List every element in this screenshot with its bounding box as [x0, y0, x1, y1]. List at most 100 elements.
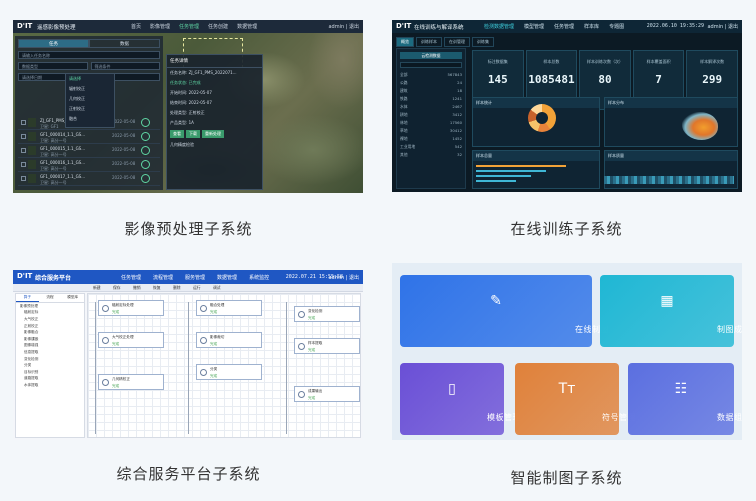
tile-0[interactable]: ✎ 在线制图: [400, 275, 609, 347]
subtab[interactable]: 在训管理: [444, 37, 470, 47]
toolbar-button[interactable]: 保存: [113, 285, 121, 291]
data-type-select[interactable]: 数据类型: [18, 62, 88, 70]
workflow-node[interactable]: 分类 完成: [196, 364, 262, 380]
nav-item[interactable]: 首页: [131, 23, 141, 30]
tab-task[interactable]: 任务: [18, 39, 89, 48]
list-item[interactable]: GF1_000015_1.1_GS... 卫星: 高分一号 2022-05-08: [18, 144, 160, 158]
nav-item[interactable]: 流程管理: [153, 274, 173, 281]
list-item[interactable]: GF1_000014_1.1_GS... 卫星: 高分一号 2022-05-08: [18, 130, 160, 144]
nav-item[interactable]: 影像管理: [150, 23, 170, 30]
sidebar-row[interactable]: 耕地 3412: [397, 111, 465, 119]
tree-node[interactable]: 辐射定标: [16, 310, 84, 317]
nav-item[interactable]: 专题图: [609, 23, 624, 30]
nav-item[interactable]: 服务管理: [185, 274, 205, 281]
workflow-node[interactable]: 成果输出 完成: [294, 386, 360, 402]
tab-data[interactable]: 数据: [89, 39, 160, 48]
sidebar-row[interactable]: 铁路 1241: [397, 95, 465, 103]
nav-item[interactable]: 检测数据管理: [484, 23, 514, 30]
subtab[interactable]: 概览: [396, 37, 414, 47]
tree-tab[interactable]: 流程: [39, 294, 62, 302]
tile-3[interactable]: Tт 符号管理: [515, 363, 636, 435]
tree-node[interactable]: 水体提取: [16, 382, 84, 389]
tree-node[interactable]: 图像增强: [16, 343, 84, 350]
tree-node[interactable]: 大气校正: [16, 316, 84, 323]
user-menu[interactable]: admin | 退出: [707, 23, 738, 30]
tree-node[interactable]: 变化检测: [16, 356, 84, 363]
nav-item[interactable]: 任务管理: [554, 23, 574, 30]
toolbar-button[interactable]: 恢复: [153, 285, 161, 291]
search-input[interactable]: 请输入任务名称: [18, 51, 160, 59]
tree-node[interactable]: 信息提取: [16, 349, 84, 356]
toolbar-button[interactable]: 撤销: [133, 285, 141, 291]
tree-node[interactable]: 影像预处理: [16, 303, 84, 310]
imagery-preprocessing-screenshot[interactable]: D'IT 遥感影像预处理 首页 影像管理 任务管理 任务创建 数据管理 admi…: [13, 20, 363, 193]
dropdown-option[interactable]: 几何校正: [66, 94, 114, 104]
view-button[interactable]: 查看: [170, 130, 184, 138]
workflow-node[interactable]: 样本提取 完成: [294, 338, 360, 354]
sidebar-row[interactable]: 其他 32: [397, 151, 465, 159]
tree-node[interactable]: 分类: [16, 362, 84, 369]
checkbox[interactable]: [21, 148, 26, 153]
nav-item[interactable]: 数据管理: [217, 274, 237, 281]
list-item[interactable]: GF1_000017_1.1_GS... 卫星: 高分一号 2022-05-08: [18, 172, 160, 186]
reprocess-button[interactable]: 重新处理: [202, 130, 224, 138]
workflow-node[interactable]: 影像裁切 完成: [196, 332, 262, 348]
nav-item[interactable]: 任务管理: [179, 23, 199, 30]
sidebar-head[interactable]: 云检测数据: [400, 52, 462, 59]
download-button[interactable]: 下载: [186, 130, 200, 138]
user-menu[interactable]: admin | 退出: [328, 274, 359, 281]
tree-node[interactable]: 影像融合: [16, 329, 84, 336]
sidebar-row[interactable]: 公路 24: [397, 79, 465, 87]
dropdown-option[interactable]: 正射校正: [66, 104, 114, 114]
list-item[interactable]: GF1_000016_1.1_GS... 卫星: 高分一号 2022-05-08: [18, 158, 160, 172]
detail-line: 开始时间: 2022-05-07: [170, 90, 212, 95]
tree-tab[interactable]: 模型库: [61, 294, 84, 302]
subtab[interactable]: 训练样本: [416, 37, 442, 47]
nav-item[interactable]: 任务管理: [121, 274, 141, 281]
workflow-canvas[interactable]: 辐射定标处理 完成 大气校正处理 完成 几何精校正 完成 融合处理 完成 影像裁切 完成 分类 完成 变…: [87, 293, 361, 438]
sidebar-row[interactable]: 林地 17560: [397, 119, 465, 127]
workflow-node[interactable]: 几何精校正 完成: [98, 374, 164, 390]
dropdown-option[interactable]: 辐射校正: [66, 84, 114, 94]
mapping-screenshot[interactable]: ✎在线制图 ▦ 制图成果 ▯模板管理Tт符号管理 ☷ 数据组织: [392, 263, 742, 440]
checkbox[interactable]: [21, 134, 26, 139]
tile-2[interactable]: ▯ 模板管理: [400, 363, 521, 435]
tree-node[interactable]: 目标识别: [16, 369, 84, 376]
nav-item[interactable]: 数据管理: [237, 23, 257, 30]
sidebar-row[interactable]: 草地 30412: [397, 127, 465, 135]
toolbar-button[interactable]: 调试: [213, 285, 221, 291]
dropdown-option[interactable]: 请选择: [66, 74, 114, 84]
checkbox[interactable]: [21, 162, 26, 167]
user-menu[interactable]: admin | 退出: [328, 23, 359, 30]
sidebar-row[interactable]: 水体 2467: [397, 103, 465, 111]
sidebar-row[interactable]: 工业用地 542: [397, 143, 465, 151]
workflow-node[interactable]: 融合处理 完成: [196, 300, 262, 316]
online-training-screenshot[interactable]: D'IT 在线训练与解译系统 检测数据管理 模型管理 任务管理 样本库 专题图 …: [392, 20, 742, 192]
nav-item[interactable]: 任务创建: [208, 23, 228, 30]
tile-1[interactable]: ▦ 制图成果: [600, 275, 742, 347]
sidebar-row[interactable]: 建筑 18: [397, 87, 465, 95]
service-platform-screenshot[interactable]: D'IT 综合服务平台 任务管理 流程管理 服务管理 数据管理 系统监控 202…: [13, 270, 363, 440]
sidebar-row[interactable]: 全部 567843: [397, 71, 465, 79]
nav-item[interactable]: 样本库: [584, 23, 599, 30]
checkbox[interactable]: [21, 176, 26, 181]
workflow-node[interactable]: 变化检测 完成: [294, 306, 360, 322]
tree-node[interactable]: 影像镶嵌: [16, 336, 84, 343]
nav-item[interactable]: 系统监控: [249, 274, 269, 281]
subtab[interactable]: 训练集: [472, 37, 494, 47]
filter-select[interactable]: 筛选条件: [90, 62, 160, 70]
sidebar-row[interactable]: 裸地 1452: [397, 135, 465, 143]
nav-item[interactable]: 模型管理: [524, 23, 544, 30]
sidebar-search-input[interactable]: [400, 62, 462, 68]
dropdown-option[interactable]: 融合: [66, 114, 114, 124]
toolbar-button[interactable]: 运行: [193, 285, 201, 291]
checkbox[interactable]: [21, 120, 26, 125]
tile-4[interactable]: ☷ 数据组织: [628, 363, 742, 435]
tree-node[interactable]: 正射校正: [16, 323, 84, 330]
tree-node[interactable]: 道路提取: [16, 376, 84, 383]
toolbar-button[interactable]: 新建: [93, 285, 101, 291]
workflow-node[interactable]: 大气校正处理 完成: [98, 332, 164, 348]
tree-tab[interactable]: 算子: [16, 294, 39, 302]
workflow-node[interactable]: 辐射定标处理 完成: [98, 300, 164, 316]
toolbar-button[interactable]: 删除: [173, 285, 181, 291]
